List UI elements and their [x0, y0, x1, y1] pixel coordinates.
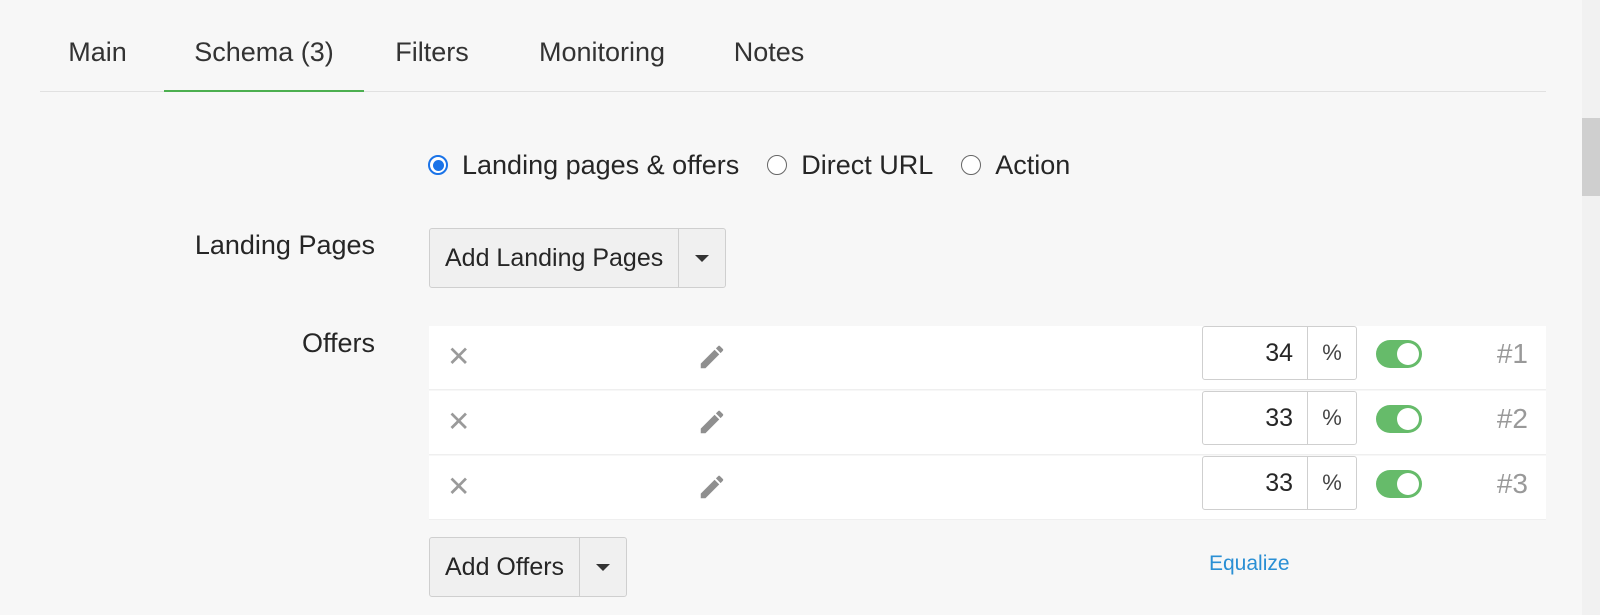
offer-row-number: #2 [1496, 403, 1528, 434]
pencil-icon[interactable] [697, 407, 727, 437]
vertical-scrollbar[interactable] [1582, 0, 1600, 615]
equalize-link[interactable]: Equalize [1209, 552, 1290, 576]
offer-row: ✕ % #3 [429, 456, 1546, 520]
scrollbar-thumb[interactable] [1582, 118, 1600, 196]
add-landing-pages-split-button: Add Landing Pages [429, 228, 727, 288]
tab-main[interactable]: Main [40, 0, 155, 90]
tab-bar: Main Schema (3) Filters Monitoring Notes [40, 0, 1546, 92]
offer-name [491, 409, 611, 433]
campaign-schema-page: Main Schema (3) Filters Monitoring Notes… [0, 0, 1600, 615]
pencil-icon[interactable] [697, 472, 727, 502]
radio-label: Landing pages & offers [462, 149, 740, 180]
landing-pages-dropdown-toggle[interactable] [678, 229, 725, 287]
offer-row: ✕ % #1 [429, 326, 1546, 390]
percent-unit: % [1307, 457, 1356, 509]
offer-row: ✕ % #2 [429, 391, 1546, 455]
offer-weight-field: % [1202, 391, 1357, 445]
percent-unit: % [1307, 392, 1356, 444]
tab-notes[interactable]: Notes [724, 0, 814, 90]
radio-checked-icon[interactable] [428, 155, 448, 175]
close-icon[interactable]: ✕ [447, 472, 470, 502]
offer-enabled-toggle[interactable] [1376, 340, 1422, 368]
caret-down-icon [596, 563, 611, 571]
radio-direct-url[interactable]: Direct URL [767, 150, 933, 181]
pencil-icon[interactable] [697, 342, 727, 372]
offer-enabled-toggle[interactable] [1376, 405, 1422, 433]
destination-type-radio-group: Landing pages & offers Direct URL Action [428, 145, 1098, 185]
tab-filters[interactable]: Filters [382, 0, 482, 90]
offer-weight-field: % [1202, 456, 1357, 510]
caret-down-icon [695, 254, 710, 262]
tab-schema[interactable]: Schema (3) [164, 0, 364, 92]
offers-label: Offers [301, 328, 375, 358]
offer-weight-field: % [1202, 326, 1357, 380]
radio-landing-pages-offers[interactable]: Landing pages & offers [428, 150, 739, 181]
offer-name [491, 344, 611, 368]
offer-weight-input[interactable] [1203, 457, 1307, 509]
add-offers-split-button: Add Offers [429, 537, 628, 597]
offers-dropdown-toggle[interactable] [579, 538, 626, 596]
offer-weight-input[interactable] [1203, 327, 1307, 379]
close-icon[interactable]: ✕ [447, 342, 470, 372]
close-icon[interactable]: ✕ [447, 407, 470, 437]
offers-list: ✕ % #1 ✕ % #2 ✕ [429, 326, 1546, 521]
radio-action[interactable]: Action [961, 150, 1070, 181]
tab-monitoring[interactable]: Monitoring [522, 0, 682, 90]
radio-label: Action [995, 149, 1071, 180]
offer-name [491, 474, 611, 498]
percent-unit: % [1307, 327, 1356, 379]
radio-label: Direct URL [801, 149, 934, 180]
offer-enabled-toggle[interactable] [1376, 470, 1422, 498]
landing-pages-label: Landing Pages [194, 230, 375, 260]
offer-row-number: #1 [1496, 338, 1528, 369]
add-landing-pages-button[interactable]: Add Landing Pages [430, 229, 678, 287]
add-offers-button[interactable]: Add Offers [430, 538, 579, 596]
radio-unchecked-icon[interactable] [767, 155, 788, 175]
radio-unchecked-icon[interactable] [961, 155, 982, 175]
offer-row-number: #3 [1496, 468, 1528, 499]
offer-weight-input[interactable] [1203, 392, 1307, 444]
